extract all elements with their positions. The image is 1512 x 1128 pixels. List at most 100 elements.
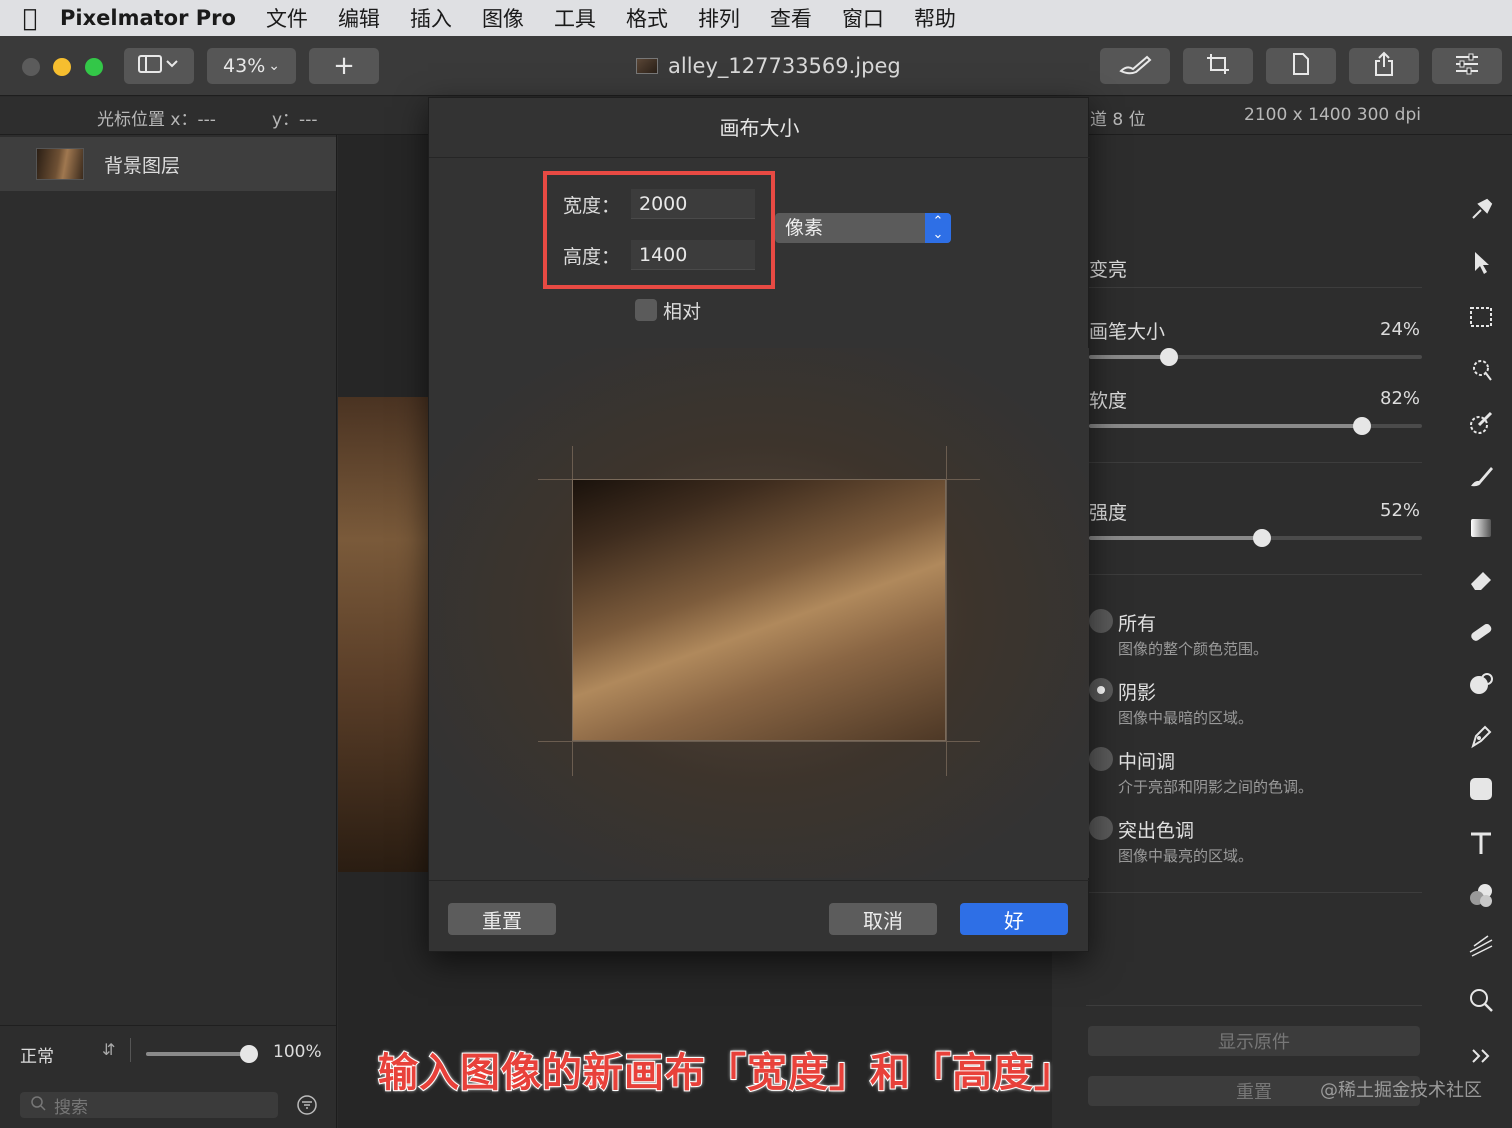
repair-icon[interactable] (1466, 618, 1496, 648)
canvas-size-dialog: 画布大小 宽度： 2000 高度： 1400 像素 ⌃ ⌄ 相对 重置 取消 好 (428, 97, 1090, 952)
style-tool-icon[interactable] (1466, 196, 1496, 226)
style-button[interactable] (1100, 48, 1170, 84)
dialog-title: 画布大小 (429, 98, 1090, 158)
range-shadows-radio[interactable] (1089, 678, 1113, 702)
annotation-highlight-box (543, 171, 775, 289)
chevron-down-icon: ⌄ (268, 58, 280, 74)
softness-slider[interactable] (1089, 417, 1422, 435)
unit-value: 像素 (785, 217, 824, 239)
color-adjust-icon[interactable] (1466, 881, 1496, 911)
dialog-cancel-button[interactable]: 取消 (829, 903, 937, 935)
app-name-menu[interactable]: Pixelmator Pro (60, 6, 236, 30)
filter-icon[interactable] (296, 1094, 318, 1120)
zoom-value: 43% (223, 55, 266, 77)
zoom-window-button[interactable] (85, 58, 103, 76)
show-original-button[interactable]: 显示原件 (1088, 1026, 1420, 1056)
add-button[interactable]: + (309, 48, 379, 84)
brush-size-label: 画笔大小 (1089, 321, 1166, 343)
adjustments-button[interactable] (1432, 48, 1502, 84)
range-highlights-radio[interactable] (1089, 816, 1113, 840)
brush-size-slider-fill (1089, 355, 1169, 359)
channel-readout: 道 8 位 (1090, 110, 1146, 130)
dialog-ok-button[interactable]: 好 (960, 903, 1068, 935)
gradient-icon[interactable] (1466, 514, 1496, 544)
sidebar-toggle-button[interactable] (124, 48, 194, 84)
document-title: alley_127733569.jpeg (636, 54, 901, 78)
crop-icon (1205, 52, 1231, 81)
blend-stepper-icon[interactable]: ⇵ (102, 1040, 115, 1059)
unit-select[interactable]: 像素 ⌃ ⌄ (775, 213, 951, 243)
sliders-icon (1454, 53, 1480, 80)
strength-slider-knob[interactable] (1253, 529, 1272, 547)
layers-search-field[interactable]: 搜索 (20, 1092, 278, 1118)
range-highlights-desc: 图像中最亮的区域。 (1118, 847, 1254, 865)
apple-icon[interactable]:  (0, 4, 60, 32)
eraser-icon[interactable] (1466, 566, 1496, 596)
tool-options-panel: 变亮 画笔大小 24% 软度 82% 强度 52% 所有 图像的整个颜色范围。 … (1052, 135, 1512, 1128)
share-button[interactable] (1349, 48, 1419, 84)
menu-help[interactable]: 帮助 (914, 3, 956, 33)
menu-bar:  Pixelmator Pro 文件 编辑 插入 图像 工具 格式 排列 查看… (0, 0, 1512, 36)
layer-name: 背景图层 (104, 154, 181, 177)
menu-file[interactable]: 文件 (266, 3, 308, 33)
relative-label: 相对 (663, 301, 702, 323)
guide-line (946, 446, 947, 776)
range-all-desc: 图像的整个颜色范围。 (1118, 640, 1269, 658)
menu-edit[interactable]: 编辑 (338, 3, 380, 33)
opacity-slider[interactable] (146, 1045, 258, 1063)
window-toolbar: 43% ⌄ + alley_127733569.jpeg (0, 36, 1512, 96)
more-icon[interactable] (1466, 1042, 1496, 1072)
zoom-select[interactable]: 43% ⌄ (207, 48, 296, 84)
divider (1089, 574, 1422, 575)
layer-item[interactable]: 背景图层 (0, 137, 336, 191)
zoom-icon[interactable] (1466, 986, 1496, 1016)
range-all-radio[interactable] (1089, 609, 1113, 633)
watermark: @稀土掘金技术社区 (1320, 1080, 1482, 1101)
brush-icon[interactable] (1466, 462, 1496, 492)
shape-icon[interactable] (1466, 775, 1496, 805)
brush-size-slider[interactable] (1089, 348, 1422, 366)
divider (1089, 462, 1422, 463)
relative-checkbox[interactable] (635, 299, 657, 321)
sidebar-icon (137, 54, 181, 79)
softness-label: 软度 (1089, 390, 1128, 412)
range-all-title: 所有 (1118, 613, 1157, 635)
magic-select-icon[interactable] (1466, 356, 1496, 386)
arrow-select-icon[interactable] (1466, 249, 1496, 279)
range-shadows-desc: 图像中最暗的区域。 (1118, 709, 1254, 727)
dialog-reset-button[interactable]: 重置 (448, 903, 556, 935)
menu-insert[interactable]: 插入 (410, 3, 452, 33)
strength-label: 强度 (1089, 502, 1128, 524)
pen-icon[interactable] (1466, 722, 1496, 752)
preview-image (572, 479, 946, 741)
divider (130, 1038, 131, 1062)
menu-arrange[interactable]: 排列 (698, 3, 740, 33)
distort-icon[interactable] (1466, 932, 1496, 962)
range-midtones-title: 中间调 (1118, 751, 1176, 773)
brush-size-slider-knob[interactable] (1159, 348, 1178, 366)
menu-format[interactable]: 格式 (626, 3, 668, 33)
strength-slider[interactable] (1089, 529, 1422, 547)
type-icon[interactable] (1466, 829, 1496, 859)
crop-button[interactable] (1183, 48, 1253, 84)
opacity-slider-knob[interactable] (239, 1045, 258, 1063)
menu-window[interactable]: 窗口 (842, 3, 884, 33)
menu-view[interactable]: 查看 (770, 3, 812, 33)
close-window-button[interactable] (22, 58, 40, 76)
minimize-window-button[interactable] (53, 58, 71, 76)
range-midtones-desc: 介于亮部和阴影之间的色调。 (1118, 778, 1314, 796)
document-thumbnail (636, 58, 658, 74)
rect-select-icon[interactable] (1466, 303, 1496, 333)
guide-line (538, 741, 980, 742)
softness-slider-knob[interactable] (1353, 417, 1372, 435)
mode-label[interactable]: 变亮 (1089, 255, 1127, 282)
color-pick-icon[interactable] (1466, 409, 1496, 439)
blend-mode-select[interactable]: 正常 (20, 1042, 54, 1067)
search-icon (30, 1095, 46, 1116)
canvas-preview (429, 348, 1089, 878)
canvas-button[interactable] (1266, 48, 1336, 84)
menu-image[interactable]: 图像 (482, 3, 524, 33)
range-midtones-radio[interactable] (1089, 747, 1113, 771)
menu-tools[interactable]: 工具 (554, 3, 596, 33)
retouch-icon[interactable] (1466, 670, 1496, 700)
